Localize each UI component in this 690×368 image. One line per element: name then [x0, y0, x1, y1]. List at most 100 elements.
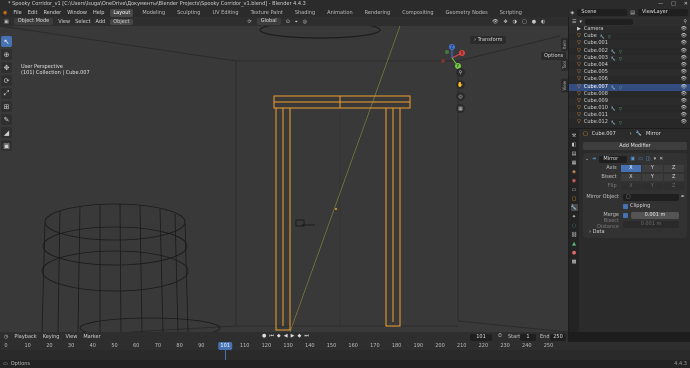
- merge-checkbox[interactable]: [623, 212, 628, 218]
- outliner-row[interactable]: ▽ Cube.008 👁: [569, 91, 690, 98]
- outliner-row[interactable]: ▽ Cube 🔧 ▽ 👁: [569, 33, 690, 40]
- proportional-edit-icon[interactable]: ◎: [303, 19, 307, 25]
- bisect-z-toggle[interactable]: Z: [663, 173, 684, 181]
- render-toggle-icon[interactable]: ◫: [646, 156, 651, 162]
- jump-end-icon[interactable]: ⏭: [304, 333, 309, 339]
- modifier-icon[interactable]: 🔧: [600, 33, 605, 40]
- camera-view-icon[interactable]: ◎: [456, 92, 465, 101]
- record-icon[interactable]: ●: [262, 333, 266, 339]
- output-tab-icon[interactable]: ▤: [571, 150, 578, 157]
- timeline-ruler[interactable]: 0 10 20 30 40 50 60 70 80 90 110 120 130 140 150 160 170…: [0, 342, 690, 350]
- workspace-tab-scripting[interactable]: Scripting: [497, 9, 525, 17]
- pivot-icon[interactable]: ⊙: [286, 19, 290, 25]
- menu-keying[interactable]: Keying: [43, 334, 60, 340]
- current-frame-field[interactable]: 101: [470, 333, 492, 341]
- timeline-editor[interactable]: 0 10 20 30 40 50 60 70 80 90 110 120 130 140 150 160 170…: [0, 342, 690, 360]
- display-mode-icon[interactable]: ▾: [579, 19, 582, 25]
- workspace-tab-sculpting[interactable]: Sculpting: [174, 9, 203, 17]
- editor-type-icon[interactable]: ▣: [4, 19, 9, 25]
- cursor-icon[interactable]: ⊕: [1, 49, 12, 60]
- add-modifier-button[interactable]: Add Modifier: [583, 142, 687, 150]
- scene-field[interactable]: Scene: [577, 9, 628, 16]
- viewlayer-field[interactable]: ViewLayer: [638, 9, 688, 16]
- data-tab-icon[interactable]: ▲: [571, 240, 578, 247]
- menu-edit[interactable]: Edit: [28, 10, 38, 16]
- workspace-tab-modeling[interactable]: Modeling: [139, 9, 168, 17]
- menu-add[interactable]: Add: [96, 19, 106, 25]
- maximize-button[interactable]: □: [671, 0, 676, 8]
- visibility-eye-icon[interactable]: 👁: [681, 62, 687, 69]
- clipping-checkbox[interactable]: Clipping: [623, 203, 650, 209]
- visibility-eye-icon[interactable]: 👁: [681, 55, 687, 62]
- prev-key-icon[interactable]: ◆: [277, 333, 281, 339]
- outliner-row[interactable]: ▽ Cube.012 🔧 ▽ 👁: [569, 119, 690, 126]
- viewport-toggle-icon[interactable]: ▭: [638, 156, 643, 162]
- timeline-editor-icon[interactable]: ◷: [4, 334, 8, 340]
- orientation-dropdown[interactable]: Global: [256, 18, 281, 25]
- visibility-eye-icon[interactable]: 👁: [681, 84, 687, 91]
- modifier-icon[interactable]: 🔧: [611, 119, 616, 126]
- menu-object[interactable]: Object: [110, 18, 133, 25]
- select-box-icon[interactable]: ↖: [1, 36, 12, 47]
- outliner-row[interactable]: ▽ Cube.011 👁: [569, 112, 690, 120]
- particles-tab-icon[interactable]: ✦: [571, 213, 578, 220]
- scene-tab-icon[interactable]: ◈: [571, 168, 578, 175]
- clock-icon[interactable]: ⏱: [498, 333, 502, 339]
- bisect-y-toggle[interactable]: Y: [642, 173, 663, 181]
- menu-window[interactable]: Window: [67, 10, 87, 16]
- bisect-x-toggle[interactable]: X: [620, 173, 642, 181]
- mesh-data-icon[interactable]: ▽: [619, 105, 622, 112]
- workspace-tab-animation[interactable]: Animation: [324, 9, 356, 17]
- end-frame-field[interactable]: 250: [550, 333, 566, 341]
- edit-mode-toggle-icon[interactable]: ▣: [630, 156, 635, 162]
- modifier-icon[interactable]: 🔧: [611, 105, 616, 112]
- render-tab-icon[interactable]: ◧: [571, 141, 578, 148]
- dropdown-arrow-icon[interactable]: ▾: [654, 156, 657, 162]
- outliner-row[interactable]: ▽ Cube.004 👁: [569, 62, 690, 69]
- next-key-icon[interactable]: ◆: [297, 333, 301, 339]
- tab-tool[interactable]: Tool: [560, 59, 568, 71]
- outliner-row[interactable]: ▽ Cube.010 🔧 ▽ 👁: [569, 105, 690, 112]
- flip-y-toggle[interactable]: Y: [642, 182, 663, 190]
- close-modifier-icon[interactable]: ✕: [659, 156, 663, 162]
- texture-tab-icon[interactable]: ▩: [571, 258, 578, 265]
- merge-distance-field[interactable]: 0.001 m: [631, 211, 679, 219]
- menu-timeline-view[interactable]: View: [65, 334, 77, 340]
- measure-icon[interactable]: ◢: [1, 127, 12, 138]
- visibility-eye-icon[interactable]: 👁: [681, 91, 687, 98]
- rotate-icon[interactable]: ⟳: [1, 75, 12, 86]
- visibility-eye-icon[interactable]: 👁: [681, 98, 687, 105]
- snap-icon[interactable]: ⌖: [295, 19, 298, 25]
- axis-z-toggle[interactable]: Z: [663, 164, 684, 172]
- tab-item[interactable]: Item: [560, 38, 568, 52]
- zoom-icon[interactable]: ⚲: [456, 68, 465, 77]
- flip-z-toggle[interactable]: Z: [663, 182, 684, 190]
- play-reverse-icon[interactable]: ◀: [284, 333, 288, 339]
- playhead-line[interactable]: [225, 350, 227, 360]
- pan-hand-icon[interactable]: ✋: [456, 80, 465, 89]
- transform-panel-tab[interactable]: › Transform: [470, 36, 507, 44]
- menu-render[interactable]: Render: [43, 10, 61, 16]
- visibility-eye-icon[interactable]: 👁: [681, 33, 687, 40]
- workspace-tab-layout[interactable]: Layout: [110, 8, 134, 17]
- outliner-row[interactable]: ▽ Cube.003 🔧 ▽ 👁: [569, 54, 690, 62]
- mesh-data-icon[interactable]: ▽: [619, 48, 622, 55]
- visibility-icon[interactable]: 👁: [492, 19, 498, 25]
- collapse-chevron-icon[interactable]: ⌄: [585, 156, 589, 162]
- outliner-row[interactable]: ▽ Cube.006 👁: [569, 76, 690, 83]
- material-tab-icon[interactable]: ●: [571, 249, 578, 256]
- shading-solid-icon[interactable]: ●: [532, 19, 536, 25]
- flip-x-toggle[interactable]: X: [620, 182, 642, 190]
- scale-icon[interactable]: ⤢: [1, 88, 12, 99]
- tab-view[interactable]: View: [560, 78, 568, 93]
- view-layer-tab-icon[interactable]: ▦: [571, 159, 578, 166]
- mesh-data-icon[interactable]: ▽: [619, 119, 622, 126]
- workspace-tab-shading[interactable]: Shading: [292, 9, 318, 17]
- menu-select[interactable]: Select: [75, 19, 90, 25]
- menu-marker[interactable]: Marker: [83, 334, 100, 340]
- start-frame-field[interactable]: 1: [520, 333, 536, 341]
- visibility-eye-icon[interactable]: 👁: [681, 69, 687, 76]
- mesh-data-icon[interactable]: ▽: [608, 33, 611, 40]
- outliner-row[interactable]: ▽ Cube.007 🔧 ▽ 👁: [569, 83, 690, 91]
- overlay-toggle-icon[interactable]: ◑: [513, 19, 517, 25]
